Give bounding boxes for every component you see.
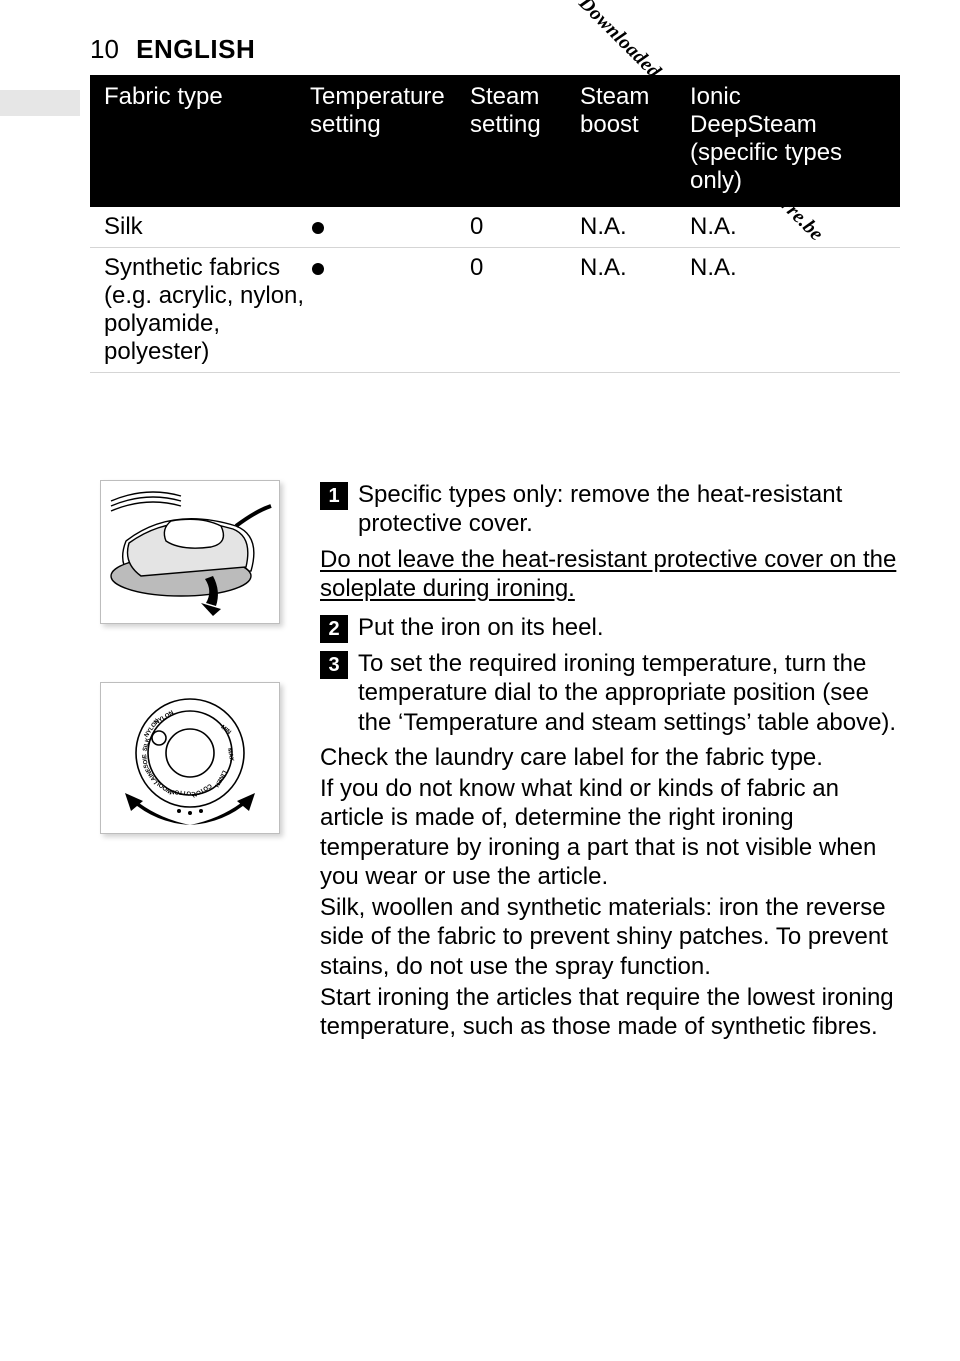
fabric-settings-table: Fabric type Temperature setting Steam se…: [90, 75, 900, 373]
paragraph: If you do not know what kind or kinds of…: [320, 774, 900, 891]
page-number: 10: [90, 34, 119, 64]
cell-temperature: [310, 254, 470, 282]
cell-ionic: N.A.: [690, 213, 860, 241]
paragraph: Check the laundry care label for the fab…: [320, 743, 900, 772]
step-2: 2 Put the iron on its heel.: [320, 613, 900, 643]
step-number-badge: 3: [320, 651, 348, 679]
table-header-row: Fabric type Temperature setting Steam se…: [90, 75, 900, 207]
cell-boost: N.A.: [580, 213, 690, 241]
step-number-badge: 1: [320, 482, 348, 510]
table-row: Silk 0 N.A. N.A.: [90, 207, 900, 248]
th-steam-boost: Steam boost: [580, 83, 690, 195]
step-number-badge: 2: [320, 615, 348, 643]
cell-temperature: [310, 213, 470, 241]
table-row: Synthetic fabrics (e.g. acrylic, nylon, …: [90, 248, 900, 373]
step-text: Put the iron on its heel.: [358, 613, 900, 643]
step-3: 3 To set the required ironing temperatur…: [320, 649, 900, 737]
page-header: 10 ENGLISH: [90, 34, 255, 65]
manual-page: 10 ENGLISH Downloaded from www.vandenbor…: [0, 0, 960, 1361]
cell-fabric: Synthetic fabrics (e.g. acrylic, nylon, …: [104, 254, 310, 366]
th-steam-setting: Steam setting: [470, 83, 580, 195]
paragraph: Start ironing the articles that require …: [320, 983, 900, 1042]
cell-steam: 0: [470, 213, 580, 241]
cell-fabric: Silk: [104, 213, 310, 241]
cell-boost: N.A.: [580, 254, 690, 282]
illustration-remove-cover: [100, 480, 280, 624]
cell-ionic: N.A.: [690, 254, 860, 282]
th-ionic-deepsteam: Ionic DeepSteam (specific types only): [690, 83, 860, 195]
paragraph: Silk, woollen and synthetic materials: i…: [320, 893, 900, 981]
instructions-body: 1 Specific types only: remove the heat-r…: [320, 480, 900, 1044]
illustration-temperature-dial: MIN MAX LINEN COTON COTTON WOOL LAINE SO…: [100, 682, 280, 834]
warning-note: Do not leave the heat-resistant protecti…: [320, 545, 900, 604]
margin-accent-bar: [0, 90, 80, 116]
step-text: To set the required ironing temperature,…: [358, 649, 900, 737]
dot-icon: [312, 263, 324, 275]
th-fabric-type: Fabric type: [104, 83, 310, 195]
language-label: ENGLISH: [136, 34, 255, 64]
cell-steam: 0: [470, 254, 580, 282]
th-temperature: Temperature setting: [310, 83, 470, 195]
step-1: 1 Specific types only: remove the heat-r…: [320, 480, 900, 539]
dot-icon: [312, 222, 324, 234]
step-text: Specific types only: remove the heat-res…: [358, 480, 900, 539]
